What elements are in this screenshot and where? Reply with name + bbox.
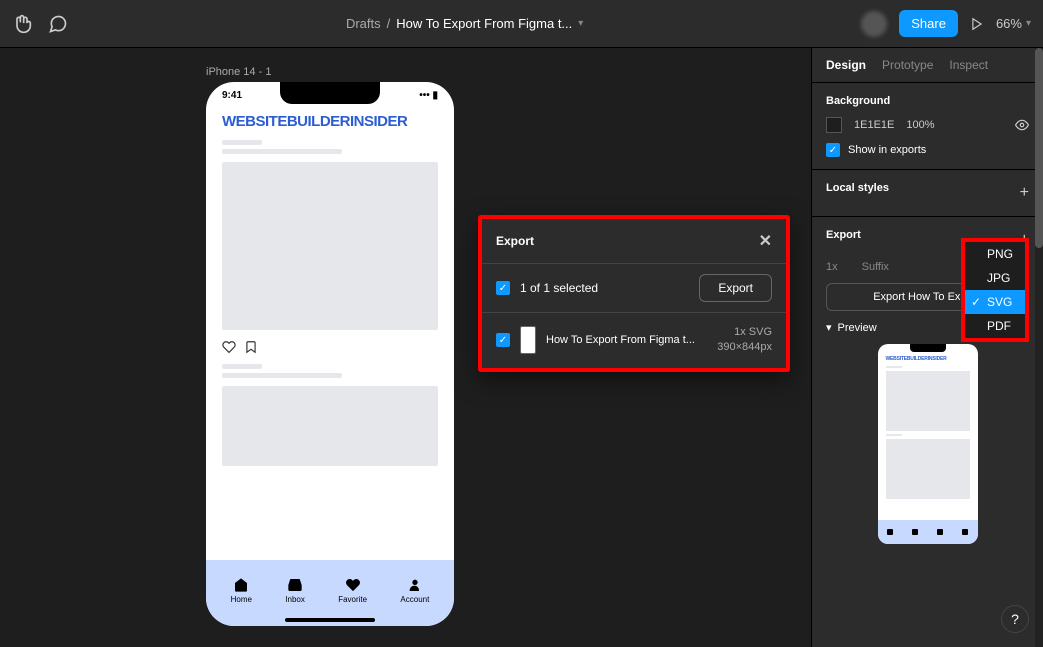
local-styles-heading: Local styles [826, 182, 889, 194]
hand-tool-icon[interactable] [12, 14, 32, 34]
export-popup-title: Export [496, 234, 534, 248]
tab-inspect[interactable]: Inspect [949, 58, 988, 72]
format-option-png[interactable]: PNG [965, 242, 1025, 266]
comment-icon[interactable] [48, 14, 68, 34]
file-name: How To Export From Figma t... [396, 16, 572, 31]
phone-bottom-nav: Home Inbox Favorite Account [206, 560, 454, 626]
color-swatch[interactable] [826, 117, 842, 133]
format-option-svg[interactable]: SVG [965, 290, 1025, 314]
file-breadcrumb[interactable]: Drafts / How To Export From Figma t... ▾ [68, 16, 861, 31]
show-in-exports-label: Show in exports [848, 144, 926, 156]
post-actions [206, 338, 454, 360]
skeleton-image [222, 162, 438, 330]
tab-prototype[interactable]: Prototype [882, 58, 933, 72]
selected-count: 1 of 1 selected [520, 281, 598, 295]
heart-icon [222, 340, 236, 354]
chevron-down-icon: ▾ [1026, 18, 1031, 29]
share-button[interactable]: Share [899, 10, 958, 37]
bookmark-icon [244, 340, 258, 354]
skeleton-line [222, 364, 262, 369]
zoom-control[interactable]: 66% ▾ [996, 16, 1031, 31]
home-indicator [285, 618, 375, 622]
phone-frame[interactable]: 9:41 ••• ▮ WEBSITEBUILDERINSIDER Home In… [206, 82, 454, 626]
background-heading: Background [826, 95, 1029, 107]
signal-battery-icons: ••• ▮ [419, 90, 438, 101]
export-item-meta: 1x SVG 390×844px [717, 325, 772, 356]
properties-panel: Design Prototype Inspect Background 1E1E… [811, 48, 1043, 647]
frame-label[interactable]: iPhone 14 - 1 [206, 66, 271, 78]
export-heading: Export [826, 229, 861, 241]
nav-inbox: Inbox [285, 577, 305, 604]
scrollbar[interactable] [1035, 48, 1043, 647]
phone-notch [280, 82, 380, 104]
caret-down-icon: ▾ [826, 321, 832, 334]
user-avatar[interactable] [861, 11, 887, 37]
format-option-jpg[interactable]: JPG [965, 266, 1025, 290]
format-option-pdf[interactable]: PDF [965, 314, 1025, 338]
skeleton-line [222, 373, 342, 378]
breadcrumb-folder: Drafts [346, 16, 381, 31]
visibility-icon[interactable] [1015, 118, 1029, 132]
top-toolbar: Drafts / How To Export From Figma t... ▾… [0, 0, 1043, 48]
nav-account: Account [400, 577, 429, 604]
export-item-name: How To Export From Figma t... [546, 334, 707, 346]
skeleton-image [222, 386, 438, 466]
format-dropdown: PNG JPG SVG PDF [961, 238, 1029, 342]
skeleton-line [222, 149, 342, 154]
close-icon[interactable]: ✕ [759, 231, 772, 251]
export-suffix[interactable]: Suffix [862, 261, 889, 273]
export-thumbnail [520, 326, 536, 354]
nav-home: Home [231, 577, 252, 604]
site-title: WEBSITEBUILDERINSIDER [206, 103, 454, 136]
item-checkbox[interactable]: ✓ [496, 333, 510, 347]
show-in-exports-checkbox[interactable]: ✓ [826, 143, 840, 157]
select-all-checkbox[interactable]: ✓ [496, 281, 510, 295]
tab-design[interactable]: Design [826, 58, 866, 72]
color-opacity[interactable]: 100% [906, 119, 934, 131]
export-button[interactable]: Export [699, 274, 772, 302]
skeleton-line [222, 140, 262, 145]
present-icon[interactable] [970, 17, 984, 31]
local-styles-section: Local styles + [812, 170, 1043, 217]
export-scale[interactable]: 1x [826, 261, 838, 273]
nav-favorite: Favorite [338, 577, 367, 604]
background-section: Background 1E1E1E 100% ✓ Show in exports [812, 83, 1043, 170]
add-style-icon[interactable]: + [1020, 184, 1029, 202]
color-hex[interactable]: 1E1E1E [854, 119, 894, 131]
canvas-area[interactable]: iPhone 14 - 1 9:41 ••• ▮ WEBSITEBUILDERI… [0, 48, 811, 647]
export-popup: Export ✕ ✓ 1 of 1 selected Export ✓ How … [478, 215, 790, 372]
chevron-down-icon[interactable]: ▾ [578, 18, 583, 29]
help-button[interactable]: ? [1001, 605, 1029, 633]
export-preview-thumbnail: WEBSITEBUILDERINSIDER [878, 344, 978, 544]
